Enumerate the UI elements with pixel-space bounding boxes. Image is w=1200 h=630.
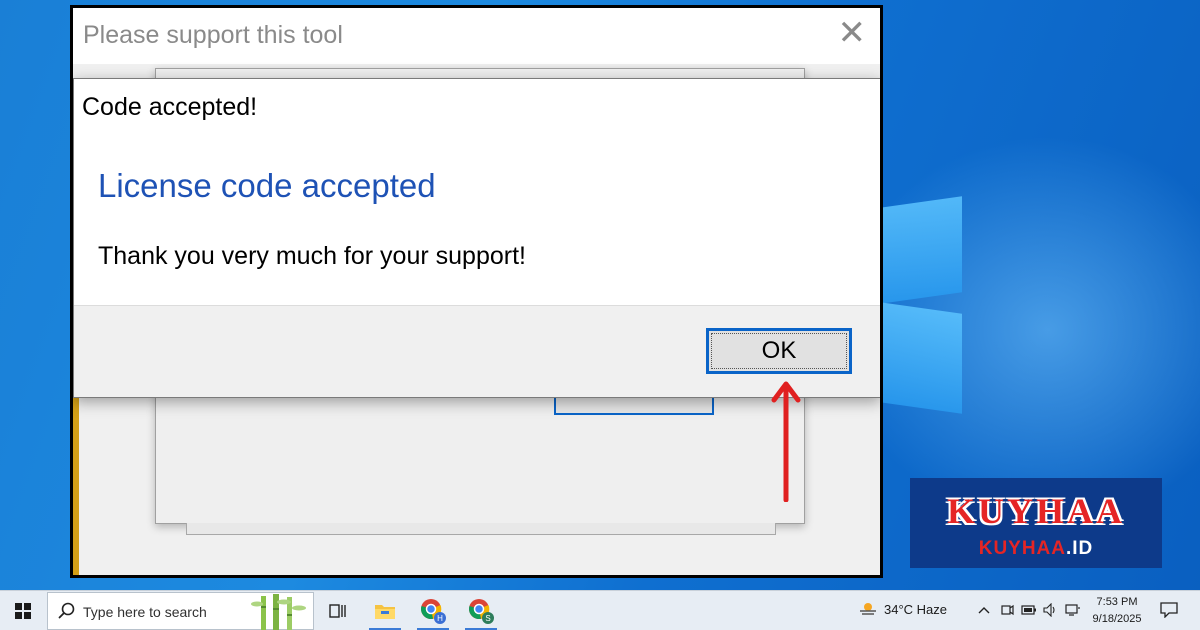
watermark-domain-tld: .ID bbox=[1066, 538, 1094, 559]
meet-icon[interactable] bbox=[1000, 603, 1014, 617]
weather-text: 34°C Haze bbox=[884, 602, 948, 617]
message-box-footer: OK bbox=[74, 305, 880, 397]
chrome-taskbar-button-2[interactable]: S bbox=[459, 591, 503, 630]
message-heading: License code accepted bbox=[98, 167, 436, 204]
notification-center-icon[interactable] bbox=[1160, 602, 1178, 618]
folder-icon bbox=[375, 605, 395, 619]
watermark-domain: KUYHAA.ID bbox=[910, 538, 1162, 560]
background-dialog-shadow bbox=[186, 523, 776, 535]
task-view-button[interactable] bbox=[316, 591, 360, 630]
windows-logo-wallpaper bbox=[880, 190, 970, 420]
background-window-edge bbox=[73, 398, 79, 575]
close-icon[interactable]: ✕ bbox=[838, 16, 867, 50]
chrome-profile-badge-2: S bbox=[485, 614, 490, 623]
volume-icon[interactable] bbox=[1043, 603, 1058, 617]
clock-time: 7:53 PM bbox=[1096, 596, 1138, 608]
windows-start-icon bbox=[15, 603, 31, 619]
file-explorer-taskbar-button[interactable] bbox=[363, 591, 407, 630]
message-body: Thank you very much for your support! bbox=[98, 242, 526, 270]
search-icon bbox=[58, 602, 75, 619]
message-box: Code accepted! License code accepted Tha… bbox=[73, 78, 880, 398]
chrome-icon: H bbox=[421, 599, 446, 624]
task-view-icon bbox=[329, 604, 346, 618]
battery-icon[interactable] bbox=[1021, 604, 1037, 616]
watermark-domain-name: KUYHAA bbox=[978, 538, 1066, 559]
ok-button[interactable]: OK bbox=[706, 328, 852, 374]
chrome-taskbar-button-1[interactable]: H bbox=[411, 591, 455, 630]
taskbar-search-box[interactable]: Type here to search bbox=[47, 592, 314, 630]
kuyhaa-watermark: KUYHAA KUYHAA.ID bbox=[910, 478, 1162, 568]
bamboo-search-highlight-icon bbox=[251, 594, 306, 630]
weather-widget[interactable]: 34°C Haze bbox=[858, 601, 947, 617]
red-arrow-annotation bbox=[771, 381, 801, 502]
taskbar-clock[interactable]: 7:53 PM 9/18/2025 bbox=[1086, 594, 1148, 628]
watermark-brand: KUYHAA bbox=[947, 491, 1125, 531]
parent-window-title: Please support this tool bbox=[83, 21, 343, 49]
message-box-title: Code accepted! bbox=[82, 93, 258, 121]
clock-date: 9/18/2025 bbox=[1092, 613, 1142, 625]
parent-window-titlebar: Please support this tool ✕ bbox=[73, 8, 880, 64]
chevron-up-icon[interactable] bbox=[978, 605, 990, 615]
screenshot-frame: Please support this tool ✕ Code accepted… bbox=[70, 5, 883, 578]
network-icon[interactable] bbox=[1065, 603, 1081, 617]
taskbar: Type here to search H S 34°C Haze 7:53 P… bbox=[0, 590, 1200, 630]
search-placeholder: Type here to search bbox=[83, 604, 207, 620]
chrome-profile-badge-1: H bbox=[437, 614, 443, 623]
haze-weather-icon bbox=[860, 603, 876, 615]
start-button[interactable] bbox=[0, 591, 46, 630]
chrome-icon: S bbox=[469, 599, 494, 624]
